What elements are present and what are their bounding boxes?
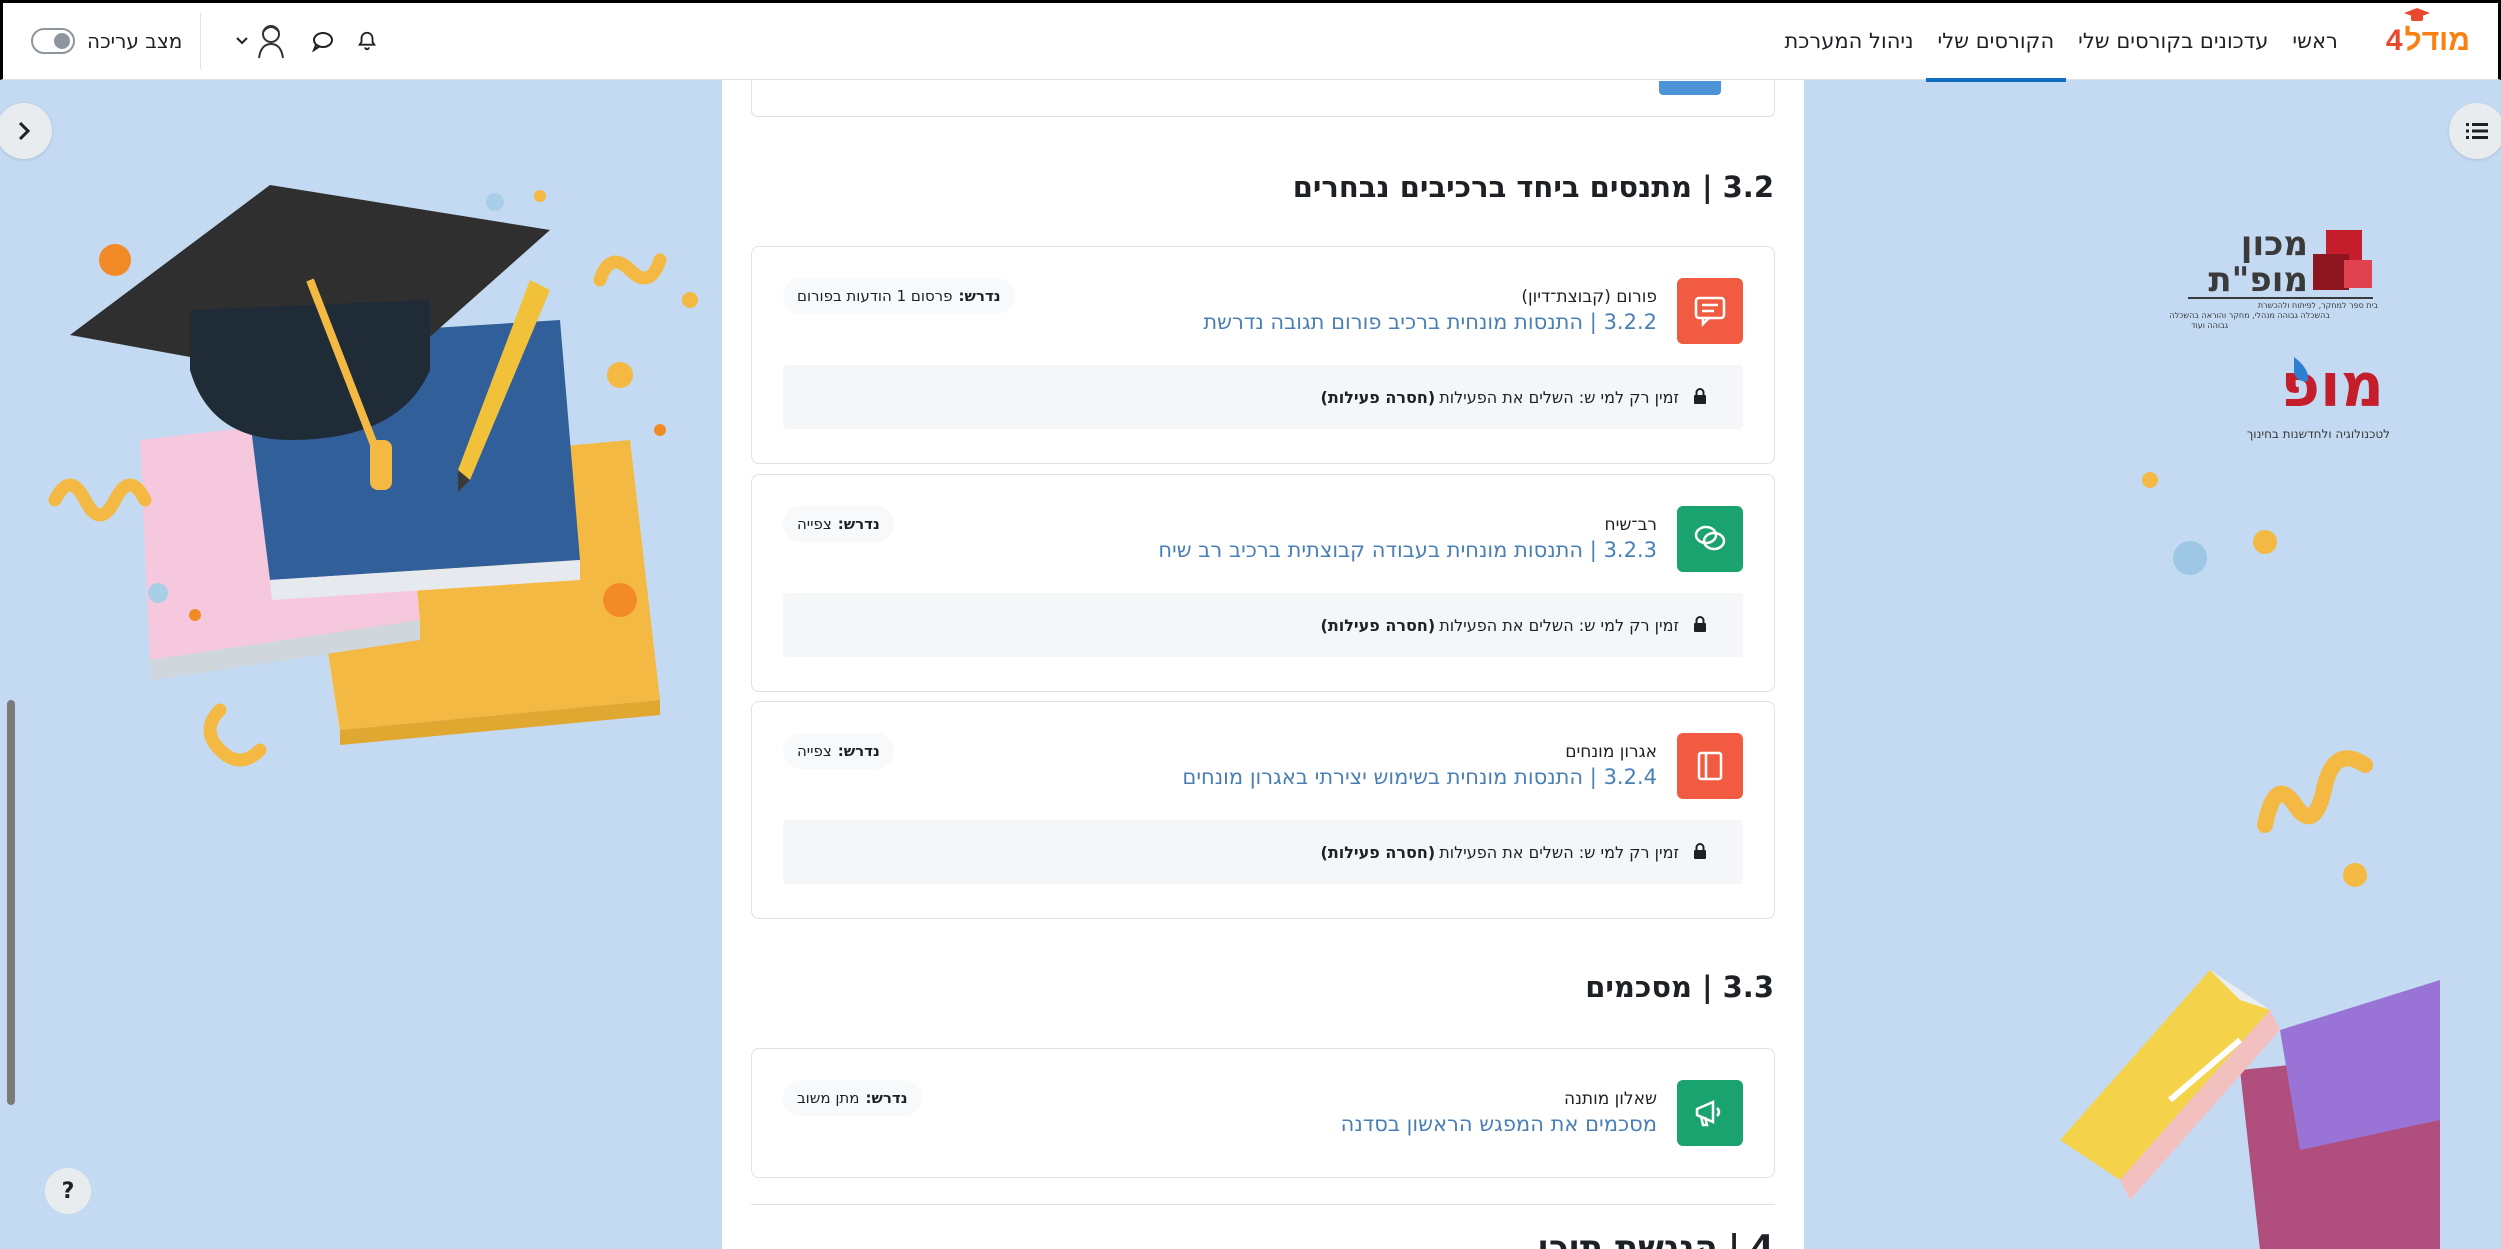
chevron-right-icon	[18, 121, 31, 141]
section-separator: |	[1702, 970, 1713, 1004]
section-name: מסכמים	[1585, 970, 1693, 1004]
books-bottom-illustration	[2060, 970, 2440, 1249]
navbar-divider	[200, 13, 202, 69]
badge-label: נדרש:	[837, 515, 880, 533]
course-content: 3.2 | מתנסים ביחד ברכיבים נבחרים פורום (…	[722, 80, 1804, 1249]
mofet-subtitle-2: בהשכלה גבוהה מנהלי, מחקר והוראה בהשכלה	[2169, 311, 2330, 320]
megaphone-icon	[1677, 1080, 1743, 1146]
user-avatar	[251, 21, 291, 61]
user-menu[interactable]	[229, 21, 291, 61]
activity-card: רב־שיח 3.2.3 | התנסות מונחית בעבודה קבוצ…	[751, 474, 1775, 692]
section-title-4: 4 | הנגשת תוכן	[1537, 1228, 1774, 1249]
mofet-subtitle-1: בית ספר למחקר, לפיתוח ולהכשרת	[2257, 301, 2378, 310]
activity-card: שאלון מותנה מסכמים את המפגש הראשון בסדנה…	[751, 1048, 1775, 1178]
activity-link[interactable]: 3.2.4 | התנסות מונחית בשימוש יצירתי באגר…	[1182, 765, 1657, 789]
squiggle-deco	[2257, 750, 2373, 887]
books-graduation-illustration	[48, 185, 698, 767]
list-icon	[2466, 123, 2488, 139]
nav-home[interactable]: ראשי	[2280, 1, 2349, 81]
activity-header: רב־שיח 3.2.3 | התנסות מונחית בעבודה קבוצ…	[752, 475, 1774, 585]
section-separator: |	[1727, 1228, 1741, 1249]
brand-name: מודל	[2404, 24, 2470, 57]
section-name: מתנסים ביחד ברכיבים נבחרים	[1292, 170, 1693, 204]
section-number: 4	[1750, 1228, 1774, 1249]
restriction-status: (חסרה פעילות)	[1320, 842, 1436, 862]
badge-value: צפייה	[797, 742, 832, 760]
nav-my-courses[interactable]: הקורסים שלי	[1925, 1, 2067, 82]
mofet-logo: מכון מופ"ת בית ספר למחקר, לפיתוח ולהכשרת…	[2128, 222, 2388, 332]
forum-icon	[1677, 278, 1743, 344]
graduation-hat-icon	[2403, 8, 2430, 21]
activity-link[interactable]: 3.2.2 | התנסות מונחית ברכיב פורום תגובה …	[1203, 310, 1657, 334]
completion-badge: נדרש: צפייה	[783, 733, 894, 769]
section-name: הנגשת תוכן	[1537, 1228, 1718, 1249]
mofet-subtitle-3: גבוהה ועוד	[2191, 321, 2228, 330]
badge-value: צפייה	[797, 515, 832, 533]
section-title-3-3: 3.3 | מסכמים	[1585, 970, 1774, 1004]
lock-icon	[1691, 843, 1707, 861]
completion-badge: נדרש: מתן משוב	[783, 1080, 922, 1116]
badge-label: נדרש:	[837, 742, 880, 760]
activity-type: פורום (קבוצת־דיון)	[1521, 287, 1657, 307]
section-title-3-2: 3.2 | מתנסים ביחד ברכיבים נבחרים	[1293, 170, 1774, 204]
restriction-text: זמין רק למי ש: השלים את הפעילות	[1439, 842, 1679, 862]
mop-logo: מופ לטכנולוגיה ולחדשנות בחינוך	[2240, 351, 2390, 450]
help-button[interactable]: ?	[45, 1168, 91, 1214]
mofet-name: מכון מופ"ת	[2208, 224, 2308, 300]
edit-mode-label: מצב עריכה	[87, 29, 183, 53]
top-navbar: מודל 4 ראשי עדכונים בקורסים שלי הקורסים …	[0, 0, 2501, 82]
nav-site-admin[interactable]: ניהול המערכת	[1772, 1, 1925, 81]
notifications-button[interactable]	[345, 19, 389, 63]
edit-mode-toggle[interactable]	[31, 28, 75, 54]
section-number: 3.3	[1722, 970, 1774, 1004]
mop-subtitle: לטכנולוגיה ולחדשנות בחינוך	[2246, 427, 2390, 441]
previous-activity-icon	[1659, 81, 1721, 95]
section-divider	[751, 1204, 1775, 1205]
completion-badge: נדרש: צפייה	[783, 506, 894, 542]
section-separator: |	[1702, 170, 1713, 204]
messages-button[interactable]	[301, 19, 345, 63]
activity-card: פורום (קבוצת־דיון) 3.2.2 | התנסות מונחית…	[751, 246, 1775, 464]
section-number: 3.2	[1722, 170, 1774, 204]
moodle-logo: מודל 4	[2385, 8, 2470, 58]
restriction-notice: זמין רק למי ש: השלים את הפעילות (חסרה פע…	[783, 820, 1743, 884]
primary-navigation: ראשי עדכונים בקורסים שלי הקורסים שלי ניה…	[1772, 1, 2349, 82]
activity-link[interactable]: מסכמים את המפגש הראשון בסדנה	[1341, 1112, 1657, 1136]
lock-icon	[1691, 388, 1707, 406]
restriction-text: זמין רק למי ש: השלים את הפעילות	[1439, 615, 1679, 635]
activity-type: רב־שיח	[1604, 515, 1657, 535]
completion-badge: נדרש: פרסום 1 הודעות בפורום	[783, 278, 1015, 314]
badge-value: פרסום 1 הודעות בפורום	[797, 287, 953, 305]
restriction-status: (חסרה פעילות)	[1320, 387, 1436, 407]
badge-value: מתן משוב	[797, 1089, 860, 1107]
chevron-down-icon	[233, 32, 251, 50]
balls-deco	[2142, 472, 2277, 575]
nav-course-updates[interactable]: עדכונים בקורסים שלי	[2066, 1, 2280, 81]
restriction-status: (חסרה פעילות)	[1320, 615, 1436, 635]
lock-icon	[1691, 616, 1707, 634]
activity-link[interactable]: 3.2.3 | התנסות מונחית בעבודה קבוצתית ברכ…	[1158, 538, 1657, 562]
brand-number: 4	[2385, 24, 2403, 57]
activity-header: שאלון מותנה מסכמים את המפגש הראשון בסדנה…	[752, 1049, 1774, 1159]
restriction-text: זמין רק למי ש: השלים את הפעילות	[1439, 387, 1679, 407]
bell-icon	[358, 31, 377, 51]
activity-card: אגרון מונחים 3.2.4 | התנסות מונחית בשימו…	[751, 701, 1775, 919]
badge-label: נדרש:	[865, 1089, 908, 1107]
activity-header: אגרון מונחים 3.2.4 | התנסות מונחית בשימו…	[752, 702, 1774, 812]
edit-mode-switch[interactable]: מצב עריכה	[31, 28, 182, 54]
restriction-notice: זמין רק למי ש: השלים את הפעילות (חסרה פע…	[783, 593, 1743, 657]
book-icon	[1677, 733, 1743, 799]
navbar-actions: מצב עריכה	[31, 1, 389, 81]
activity-header: פורום (קבוצת־דיון) 3.2.2 | התנסות מונחית…	[752, 247, 1774, 357]
chat-icon	[1677, 506, 1743, 572]
chat-icon	[312, 32, 334, 52]
brand-logo[interactable]: מודל 4	[2385, 8, 2470, 71]
open-block-drawer-button[interactable]	[2449, 103, 2501, 159]
badge-label: נדרש:	[958, 287, 1001, 305]
previous-activity-card	[751, 80, 1775, 117]
restriction-notice: זמין רק למי ש: השלים את הפעילות (חסרה פע…	[783, 365, 1743, 429]
activity-type: אגרון מונחים	[1565, 742, 1657, 762]
page-scrollbar[interactable]	[7, 700, 15, 1105]
activity-type: שאלון מותנה	[1563, 1089, 1657, 1109]
